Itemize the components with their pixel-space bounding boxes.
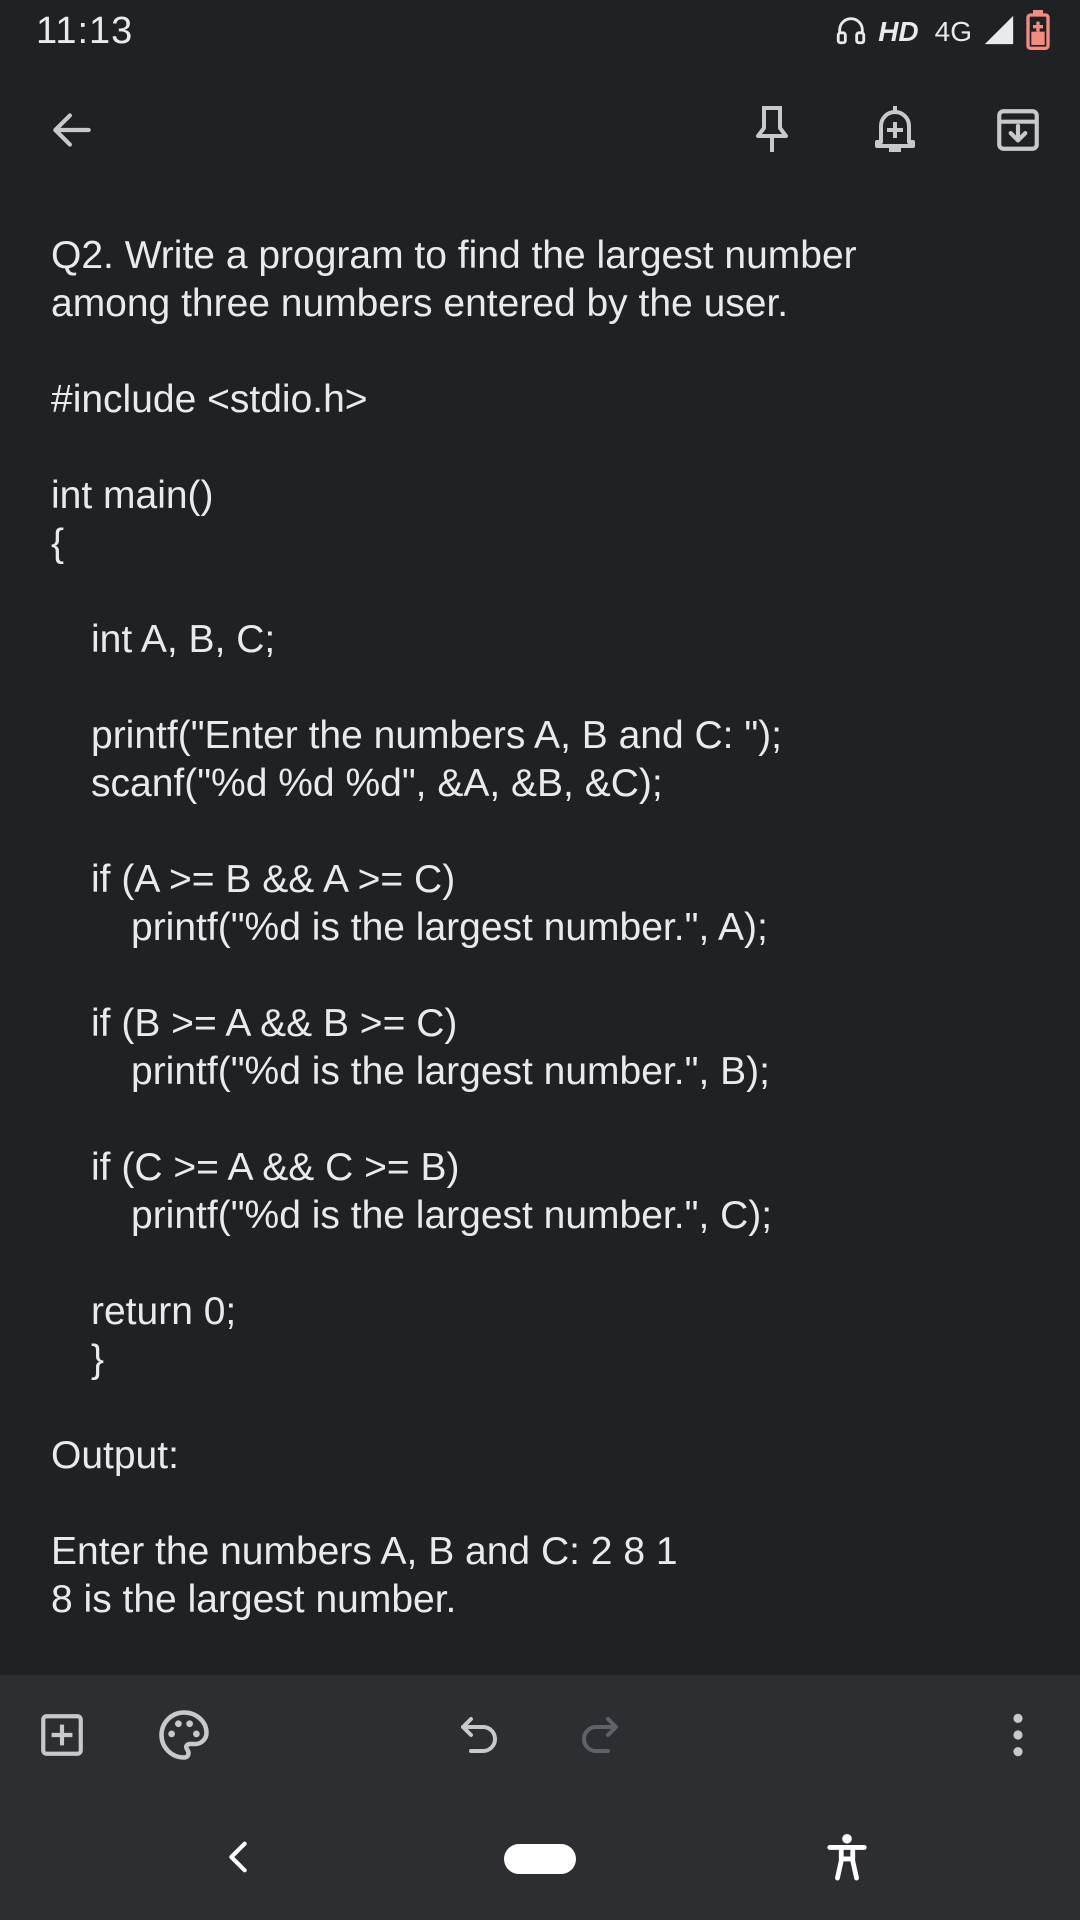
palette-icon <box>157 1708 211 1767</box>
status-time: 11:13 <box>36 10 134 52</box>
note-line: printf("%d is the largest number.", A); <box>131 906 768 949</box>
back-button[interactable] <box>30 90 114 174</box>
note-line: #include <stdio.h> <box>51 378 368 421</box>
note-line: int A, B, C; <box>91 618 276 661</box>
status-bar: 11:13 HD 4G <box>0 0 1080 64</box>
note-line: if (C >= A && C >= B) <box>91 1146 460 1189</box>
note-line: return 0; <box>91 1290 237 1333</box>
note-line: Output: <box>51 1434 179 1477</box>
archive-icon <box>993 105 1043 160</box>
note-text: #include <stdio.h> int main() { int A, B, C… <box>51 328 1041 1624</box>
redo-button[interactable] <box>558 1695 642 1779</box>
note-line: printf("%d is the largest number.", C); <box>131 1194 773 1237</box>
note-line: if (B >= A && B >= C) <box>91 1002 458 1045</box>
note-body[interactable]: Q2. Write a program to find the largest … <box>51 232 1041 1624</box>
nav-back-icon <box>221 1837 255 1882</box>
note-line: int main() <box>51 474 214 517</box>
nav-back-button[interactable] <box>196 1817 280 1901</box>
home-pill-icon <box>504 1844 576 1874</box>
network-label: 4G <box>934 16 972 47</box>
accessibility-button[interactable] <box>805 1817 889 1901</box>
arrow-left-icon <box>47 105 97 160</box>
screen: 11:13 HD 4G Q2. Write a program to find … <box>0 0 1080 1920</box>
note-line: Enter the numbers A, B and C: 2 8 1 <box>51 1530 678 1573</box>
undo-icon <box>455 1711 503 1764</box>
status-icons: HD 4G <box>834 9 1050 55</box>
editor-bar <box>0 1675 1080 1797</box>
color-palette-button[interactable] <box>142 1695 226 1779</box>
pin-button[interactable] <box>730 90 814 174</box>
add-box-icon <box>37 1710 87 1765</box>
pin-icon <box>748 103 796 162</box>
bell-plus-icon <box>871 103 919 162</box>
hd-label: HD <box>878 16 919 47</box>
note-line: } <box>91 1338 105 1381</box>
note-line: printf("%d is the largest number.", B); <box>131 1050 770 1093</box>
note-line: scanf("%d %d %d", &A, &B, &C); <box>91 762 663 805</box>
note-line: printf("Enter the numbers A, B and C: ")… <box>91 714 782 757</box>
more-options-button[interactable] <box>976 1695 1060 1779</box>
note-title-line: among three numbers entered by the user. <box>51 282 789 325</box>
reminder-button[interactable] <box>853 90 937 174</box>
signal-icon <box>982 13 1016 52</box>
note-line: 8 is the largest number. <box>51 1578 457 1621</box>
note-line: if (A >= B && A >= C) <box>91 858 456 901</box>
nav-home-button[interactable] <box>500 1817 580 1901</box>
note-toolbar <box>0 90 1080 174</box>
redo-icon <box>576 1711 624 1764</box>
note-title-line: Q2. Write a program to find the largest … <box>51 234 857 277</box>
system-nav-bar <box>0 1797 1080 1920</box>
accessibility-icon <box>824 1832 870 1887</box>
battery-icon <box>1026 9 1050 55</box>
more-vert-icon <box>998 1710 1038 1765</box>
archive-button[interactable] <box>976 90 1060 174</box>
headphones-icon <box>834 13 868 52</box>
add-content-button[interactable] <box>20 1695 104 1779</box>
note-line: { <box>51 522 65 565</box>
undo-button[interactable] <box>437 1695 521 1779</box>
